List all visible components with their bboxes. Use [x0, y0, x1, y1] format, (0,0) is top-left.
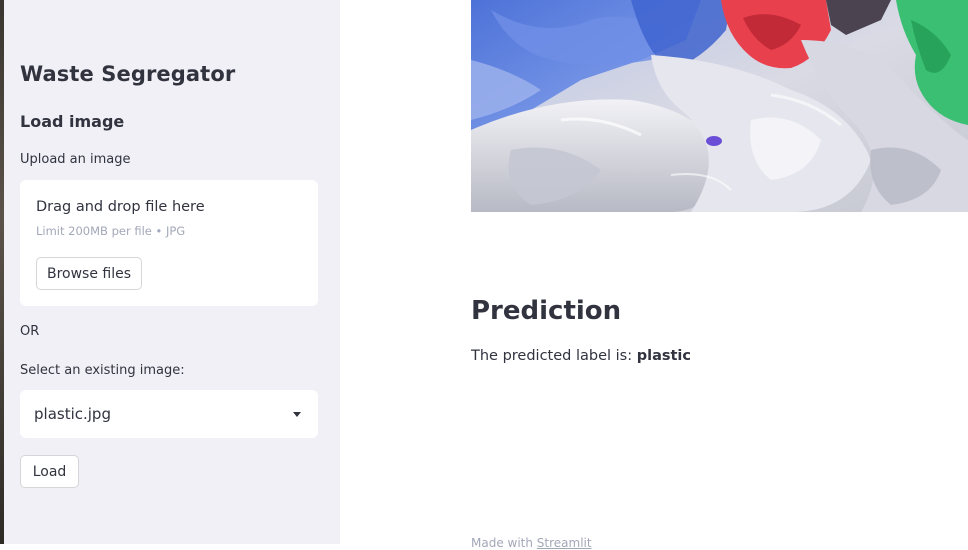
- streamlit-link[interactable]: Streamlit: [537, 536, 592, 550]
- prediction-heading: Prediction: [471, 296, 622, 326]
- select-image-label: Select an existing image:: [20, 363, 185, 378]
- prediction-prefix: The predicted label is:: [471, 348, 637, 364]
- plastic-bags-image: [471, 0, 968, 212]
- or-separator: OR: [20, 324, 40, 339]
- select-value: plastic.jpg: [34, 405, 111, 423]
- browse-files-button[interactable]: Browse files: [36, 257, 142, 290]
- dropzone-instructions: Drag and drop file here: [36, 199, 205, 215]
- load-button[interactable]: Load: [20, 455, 79, 488]
- existing-image-select[interactable]: plastic.jpg: [20, 390, 318, 438]
- app-title: Waste Segregator: [20, 62, 236, 86]
- sidebar: Waste Segregator Load image Upload an im…: [4, 0, 340, 544]
- footer: Made with Streamlit: [471, 536, 592, 550]
- dropzone-limit-text: Limit 200MB per file • JPG: [36, 224, 186, 238]
- chevron-down-icon: [293, 412, 301, 417]
- uploaded-image: [471, 0, 968, 212]
- prediction-label: plastic: [636, 348, 691, 364]
- main-content: Prediction The predicted label is: plast…: [340, 0, 968, 550]
- prediction-result: The predicted label is: plastic: [471, 348, 691, 364]
- file-uploader-dropzone[interactable]: Drag and drop file here Limit 200MB per …: [20, 180, 318, 306]
- section-heading-load-image: Load image: [20, 112, 125, 131]
- upload-label: Upload an image: [20, 152, 131, 167]
- footer-prefix: Made with: [471, 536, 537, 550]
